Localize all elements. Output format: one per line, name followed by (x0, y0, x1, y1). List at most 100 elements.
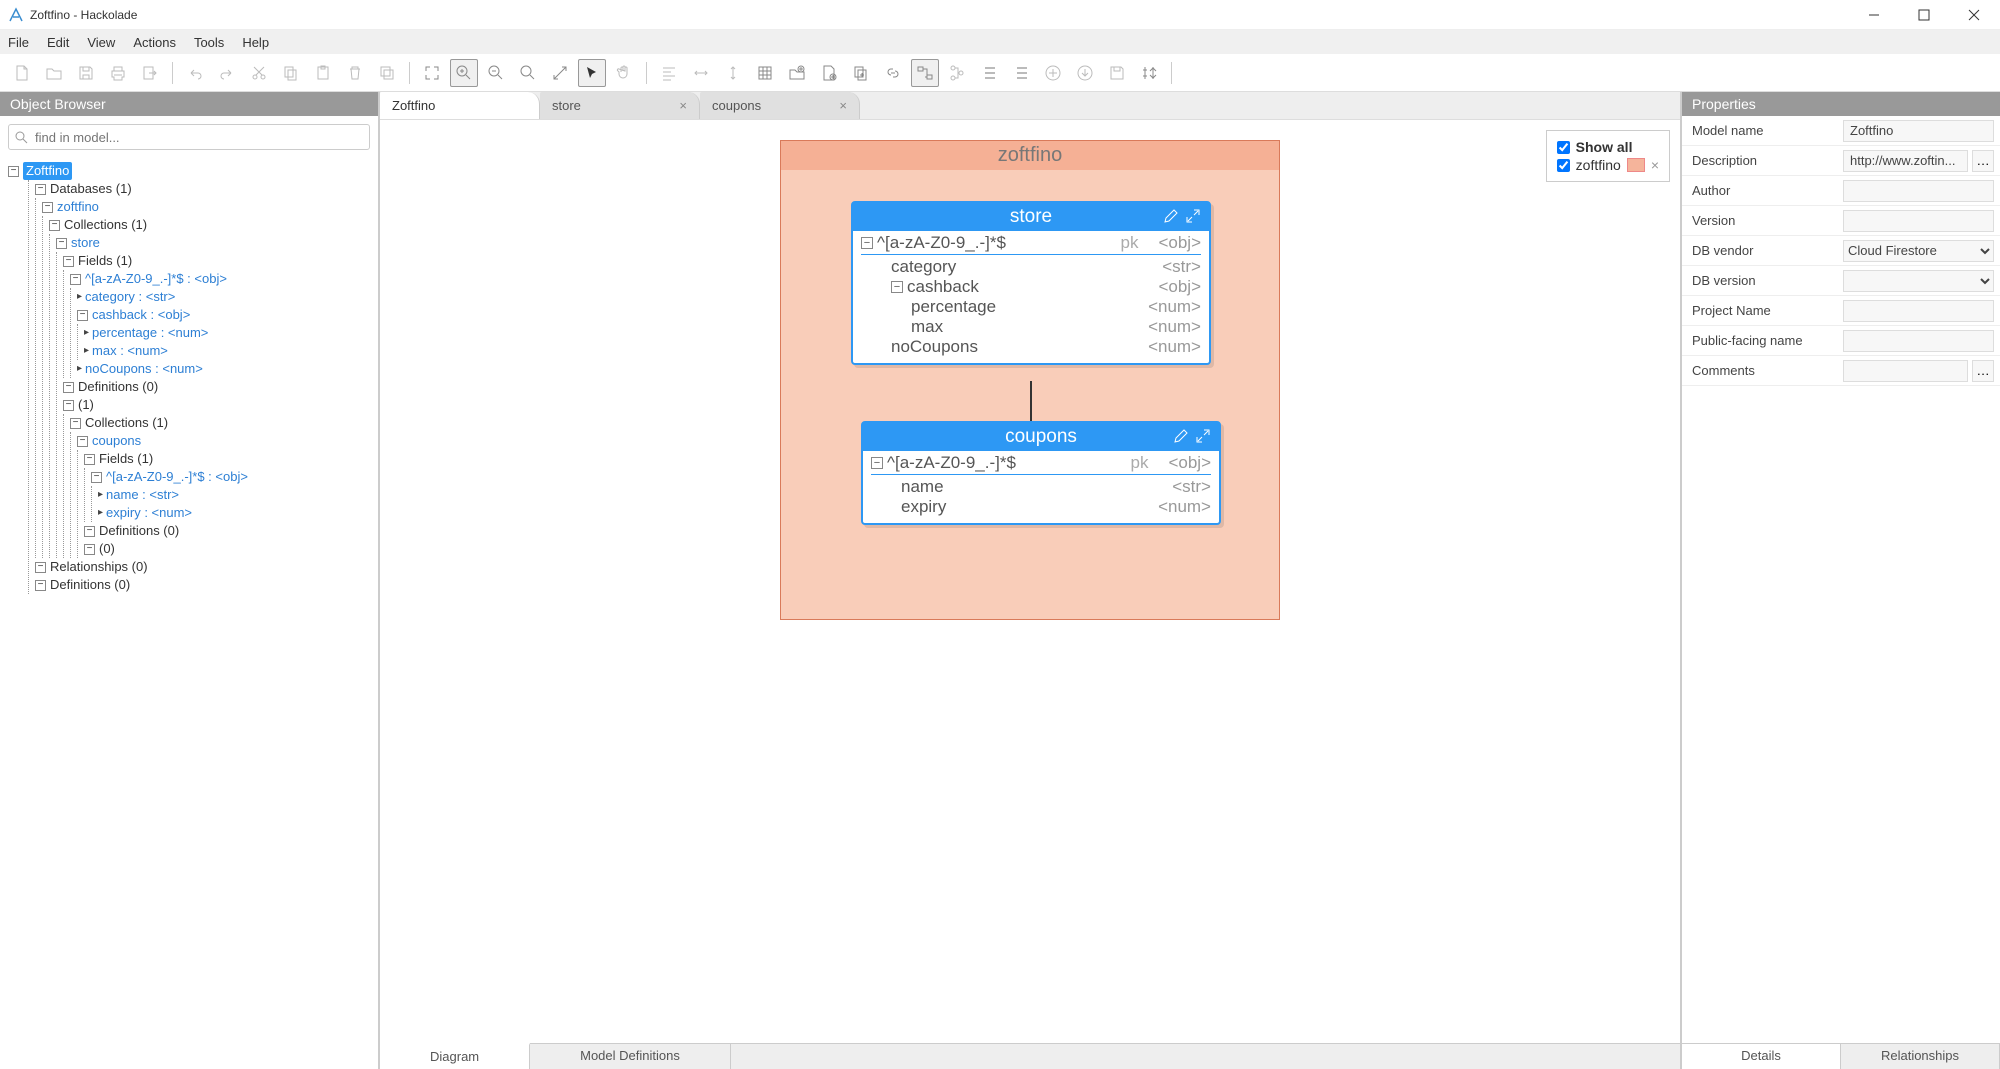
properties-tab-details[interactable]: Details (1682, 1044, 1841, 1069)
new-file-icon[interactable] (8, 59, 36, 87)
entity-row[interactable]: expiry<num> (871, 497, 1211, 517)
property-select[interactable] (1843, 270, 1994, 292)
delete-icon[interactable] (341, 59, 369, 87)
list-icon[interactable] (975, 59, 1003, 87)
cut-icon[interactable] (245, 59, 273, 87)
maximize-button[interactable] (1906, 3, 1942, 27)
expand-icon[interactable] (546, 59, 574, 87)
menu-file[interactable]: File (8, 35, 29, 50)
open-folder-icon[interactable] (40, 59, 68, 87)
pan-icon[interactable] (610, 59, 638, 87)
entity-row[interactable]: max<num> (861, 317, 1201, 337)
duplicate-icon[interactable] (373, 59, 401, 87)
property-input[interactable] (1843, 360, 1968, 382)
search-input[interactable] (8, 124, 370, 150)
ellipsis-button[interactable]: … (1972, 360, 1994, 382)
entity-row[interactable]: noCoupons<num> (861, 337, 1201, 357)
entity-row[interactable]: −cashback<obj> (861, 277, 1201, 297)
property-label: Project Name (1682, 298, 1837, 323)
redo-icon[interactable] (213, 59, 241, 87)
export-icon[interactable] (136, 59, 164, 87)
tab-zoftfino[interactable]: Zoftfino (380, 92, 540, 119)
relationship-icon[interactable] (911, 59, 939, 87)
branch-icon[interactable] (943, 59, 971, 87)
save2-icon[interactable] (1103, 59, 1131, 87)
database-title: zoftfino (781, 141, 1279, 170)
property-label: Description (1682, 148, 1837, 173)
menu-tools[interactable]: Tools (194, 35, 224, 50)
entity-coupons[interactable]: coupons −^[a-zA-Z0-9_.-]*$pk<obj>name<st… (861, 421, 1221, 525)
add-container-icon[interactable] (783, 59, 811, 87)
entity-row[interactable]: name<str> (871, 477, 1211, 497)
minimize-button[interactable] (1856, 3, 1892, 27)
paste-icon[interactable] (309, 59, 337, 87)
legend-showall-checkbox[interactable] (1557, 141, 1570, 154)
save-icon[interactable] (72, 59, 100, 87)
property-input[interactable] (1843, 150, 1968, 172)
down-circle-icon[interactable] (1071, 59, 1099, 87)
pointer-icon[interactable] (578, 59, 606, 87)
menu-actions[interactable]: Actions (133, 35, 176, 50)
align-left-icon[interactable] (655, 59, 683, 87)
zoom-out-icon[interactable] (482, 59, 510, 87)
edit-icon[interactable] (1173, 428, 1189, 444)
bottom-tab-diagram[interactable]: Diagram (380, 1043, 530, 1069)
entity-row[interactable]: category<str> (861, 257, 1201, 277)
compare-icon[interactable] (1135, 59, 1163, 87)
entity-row[interactable]: −^[a-zA-Z0-9_.-]*$pk<obj> (871, 453, 1211, 473)
property-row: Author (1682, 176, 2000, 206)
link-icon[interactable] (879, 59, 907, 87)
copy-icon[interactable] (277, 59, 305, 87)
zoom-in-icon[interactable] (450, 59, 478, 87)
distribute-v-icon[interactable] (719, 59, 747, 87)
expand-icon[interactable] (1185, 208, 1201, 224)
grid-icon[interactable] (751, 59, 779, 87)
close-icon[interactable]: × (1651, 157, 1659, 173)
add-collection-icon[interactable] (847, 59, 875, 87)
undo-icon[interactable] (181, 59, 209, 87)
diagram-canvas[interactable]: Show all zoftfino× zoftfino store −^[a-z… (380, 120, 1680, 1043)
property-label: DB vendor (1682, 238, 1837, 263)
ellipsis-button[interactable]: … (1972, 150, 1994, 172)
window-title: Zoftfino - Hackolade (30, 8, 1856, 22)
document-tabs: Zoftfino store× coupons× (380, 92, 1680, 120)
edit-icon[interactable] (1163, 208, 1179, 224)
fit-screen-icon[interactable] (418, 59, 446, 87)
property-input[interactable] (1843, 330, 1994, 352)
tree-root[interactable]: Zoftfino (23, 162, 72, 180)
property-label: DB version (1682, 268, 1837, 293)
database-container[interactable]: zoftfino store −^[a-zA-Z0-9_.-]*$pk<obj>… (780, 140, 1280, 620)
center-panel: Zoftfino store× coupons× Show all zoftfi… (380, 92, 1680, 1069)
menu-help[interactable]: Help (242, 35, 269, 50)
menu-view[interactable]: View (87, 35, 115, 50)
bottom-tab-modeldefs[interactable]: Model Definitions (530, 1044, 731, 1069)
search-icon (14, 130, 28, 144)
tree-view[interactable]: −Zoftfino −Databases (1) −zoftfino −Coll… (0, 158, 378, 1069)
property-input[interactable] (1843, 120, 1994, 142)
zoom-actual-icon[interactable] (514, 59, 542, 87)
add-circle-icon[interactable] (1039, 59, 1067, 87)
entity-row[interactable]: −^[a-zA-Z0-9_.-]*$pk<obj> (861, 233, 1201, 253)
property-label: Version (1682, 208, 1837, 233)
properties-tab-relationships[interactable]: Relationships (1841, 1044, 2000, 1069)
property-select[interactable]: Cloud Firestore (1843, 240, 1994, 262)
property-input[interactable] (1843, 180, 1994, 202)
property-input[interactable] (1843, 300, 1994, 322)
entity-row[interactable]: percentage<num> (861, 297, 1201, 317)
close-icon[interactable]: × (839, 98, 847, 113)
add-document-icon[interactable] (815, 59, 843, 87)
entity-store[interactable]: store −^[a-zA-Z0-9_.-]*$pk<obj>category<… (851, 201, 1211, 365)
expand-icon[interactable] (1195, 428, 1211, 444)
print-icon[interactable] (104, 59, 132, 87)
title-bar: Zoftfino - Hackolade (0, 0, 2000, 30)
legend-item-checkbox[interactable] (1557, 159, 1570, 172)
property-input[interactable] (1843, 210, 1994, 232)
close-button[interactable] (1956, 3, 1992, 27)
menu-edit[interactable]: Edit (47, 35, 69, 50)
tab-store[interactable]: store× (540, 92, 700, 119)
properties-header: Properties (1682, 92, 2000, 116)
tab-coupons[interactable]: coupons× (700, 92, 860, 119)
distribute-h-icon[interactable] (687, 59, 715, 87)
list2-icon[interactable] (1007, 59, 1035, 87)
close-icon[interactable]: × (679, 98, 687, 113)
